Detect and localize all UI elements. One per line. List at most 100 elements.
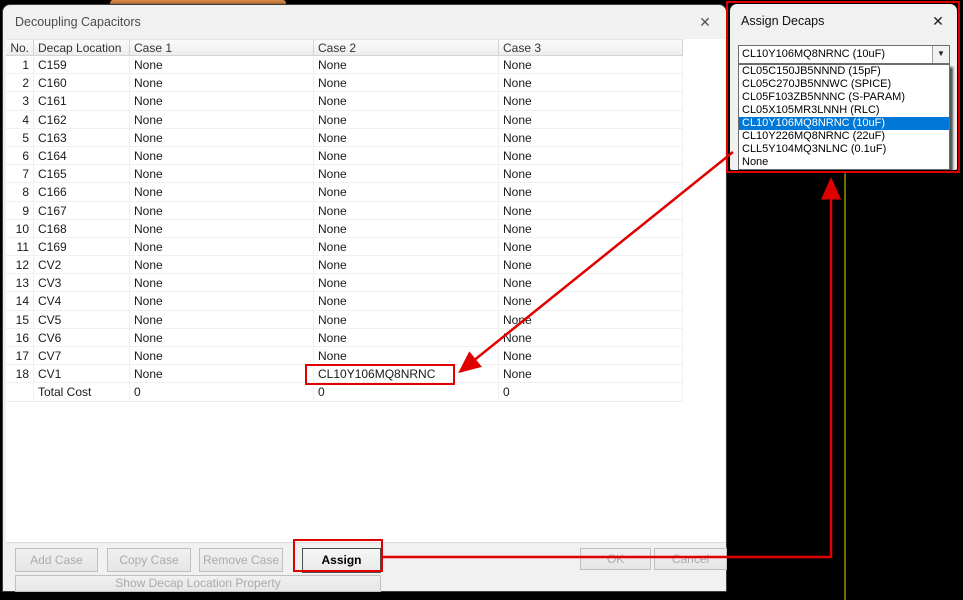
table-cell[interactable]: None [499,274,683,292]
table-cell[interactable]: None [130,202,314,220]
row-number[interactable]: 11 [6,238,34,256]
assign-decaps-button[interactable]: Assign Decaps [302,548,381,573]
row-number[interactable]: 5 [6,129,34,147]
table-cell[interactable]: None [314,165,499,183]
table-cell[interactable]: None [499,129,683,147]
add-case-button[interactable]: Add Case [15,548,98,572]
table-cell[interactable]: None [130,365,314,383]
table-cell[interactable]: None [314,256,499,274]
table-cell[interactable]: C165 [34,165,130,183]
table-cell[interactable]: C169 [34,238,130,256]
table-cell[interactable]: None [130,92,314,110]
show-decap-location-property-button[interactable]: Show Decap Location Property [15,575,381,592]
row-number[interactable]: 12 [6,256,34,274]
table-cell[interactable]: None [314,347,499,365]
table-cell[interactable]: None [499,111,683,129]
row-number[interactable]: 8 [6,183,34,201]
row-number[interactable]: 6 [6,147,34,165]
table-cell[interactable]: None [314,92,499,110]
row-number[interactable]: 15 [6,311,34,329]
table-cell[interactable]: None [130,56,314,74]
table-cell[interactable]: None [314,183,499,201]
dropdown-item[interactable]: CL05C150JB5NNND (15pF) [739,65,949,78]
table-cell[interactable]: C161 [34,92,130,110]
table-cell[interactable]: CV6 [34,329,130,347]
chevron-down-icon[interactable]: ▼ [932,46,949,63]
dropdown-item[interactable]: CL05F103ZB5NNNC (S-PARAM) [739,91,949,104]
table-cell[interactable]: None [314,111,499,129]
popup-close-icon[interactable]: ✕ [927,10,949,32]
table-cell[interactable]: None [314,56,499,74]
dropdown-item[interactable]: CL10Y106MQ8NRNC (10uF) [739,117,949,130]
ok-button[interactable]: OK [580,548,651,570]
table-cell[interactable]: None [314,238,499,256]
table-cell[interactable]: None [314,74,499,92]
table-cell[interactable]: None [314,129,499,147]
table-cell[interactable]: None [130,147,314,165]
table-cell[interactable]: None [314,292,499,310]
row-number[interactable]: 1 [6,56,34,74]
row-number[interactable]: 17 [6,347,34,365]
table-cell[interactable]: None [499,147,683,165]
table-cell[interactable]: C163 [34,129,130,147]
table-cell[interactable]: C164 [34,147,130,165]
table-cell[interactable]: None [130,256,314,274]
table-cell[interactable]: CV4 [34,292,130,310]
table-cell[interactable]: None [314,311,499,329]
table-cell[interactable]: None [130,311,314,329]
table-cell[interactable]: None [499,329,683,347]
column-header-case-3[interactable]: Case 3 [499,39,683,56]
cancel-button[interactable]: Cancel [654,548,727,570]
table-cell[interactable]: None [499,292,683,310]
table-cell[interactable]: CV7 [34,347,130,365]
row-number[interactable]: 4 [6,111,34,129]
table-cell[interactable]: None [314,220,499,238]
table-cell[interactable]: None [499,202,683,220]
row-number[interactable]: 7 [6,165,34,183]
row-number[interactable]: 13 [6,274,34,292]
table-cell[interactable]: CL10Y106MQ8NRNC [314,365,499,383]
table-cell[interactable]: C168 [34,220,130,238]
decap-combobox[interactable]: CL10Y106MQ8NRNC (10uF) ▼ [738,45,950,64]
column-header-case-2[interactable]: Case 2 [314,39,499,56]
table-cell[interactable]: None [130,111,314,129]
table-cell[interactable]: None [130,220,314,238]
table-cell[interactable]: None [499,220,683,238]
row-number[interactable]: 16 [6,329,34,347]
table-cell[interactable]: None [499,183,683,201]
table-cell[interactable]: C166 [34,183,130,201]
table-cell[interactable]: None [130,347,314,365]
table-cell[interactable]: None [314,329,499,347]
table-cell[interactable]: None [130,129,314,147]
table-cell[interactable]: None [499,74,683,92]
row-number[interactable]: 18 [6,365,34,383]
table-cell[interactable]: C162 [34,111,130,129]
table-cell[interactable]: CV2 [34,256,130,274]
dropdown-item[interactable]: CL10Y226MQ8NRNC (22uF) [739,130,949,143]
table-cell[interactable]: None [499,311,683,329]
table-cell[interactable]: CV5 [34,311,130,329]
table-cell[interactable]: C159 [34,56,130,74]
table-cell[interactable]: C167 [34,202,130,220]
table-cell[interactable]: None [499,92,683,110]
table-cell[interactable]: None [130,74,314,92]
table-cell[interactable]: None [314,147,499,165]
row-number[interactable]: 2 [6,74,34,92]
table-cell[interactable]: None [314,202,499,220]
table-cell[interactable]: None [130,183,314,201]
table-cell[interactable]: None [499,56,683,74]
table-cell[interactable]: None [130,238,314,256]
table-cell[interactable]: None [499,365,683,383]
table-cell[interactable]: None [130,274,314,292]
table-cell[interactable]: None [130,165,314,183]
dropdown-item[interactable]: CL05C270JB5NNWC (SPICE) [739,78,949,91]
table-cell[interactable]: CV3 [34,274,130,292]
dropdown-item[interactable]: CLL5Y104MQ3NLNC (0.1uF) [739,143,949,156]
table-cell[interactable]: None [314,274,499,292]
close-icon[interactable]: ✕ [694,11,716,33]
table-cell[interactable]: None [130,292,314,310]
dropdown-item[interactable]: None [739,156,949,169]
table-cell[interactable]: CV1 [34,365,130,383]
table-cell[interactable]: None [499,256,683,274]
dropdown-item[interactable]: CL05X105MR3LNNH (RLC) [739,104,949,117]
